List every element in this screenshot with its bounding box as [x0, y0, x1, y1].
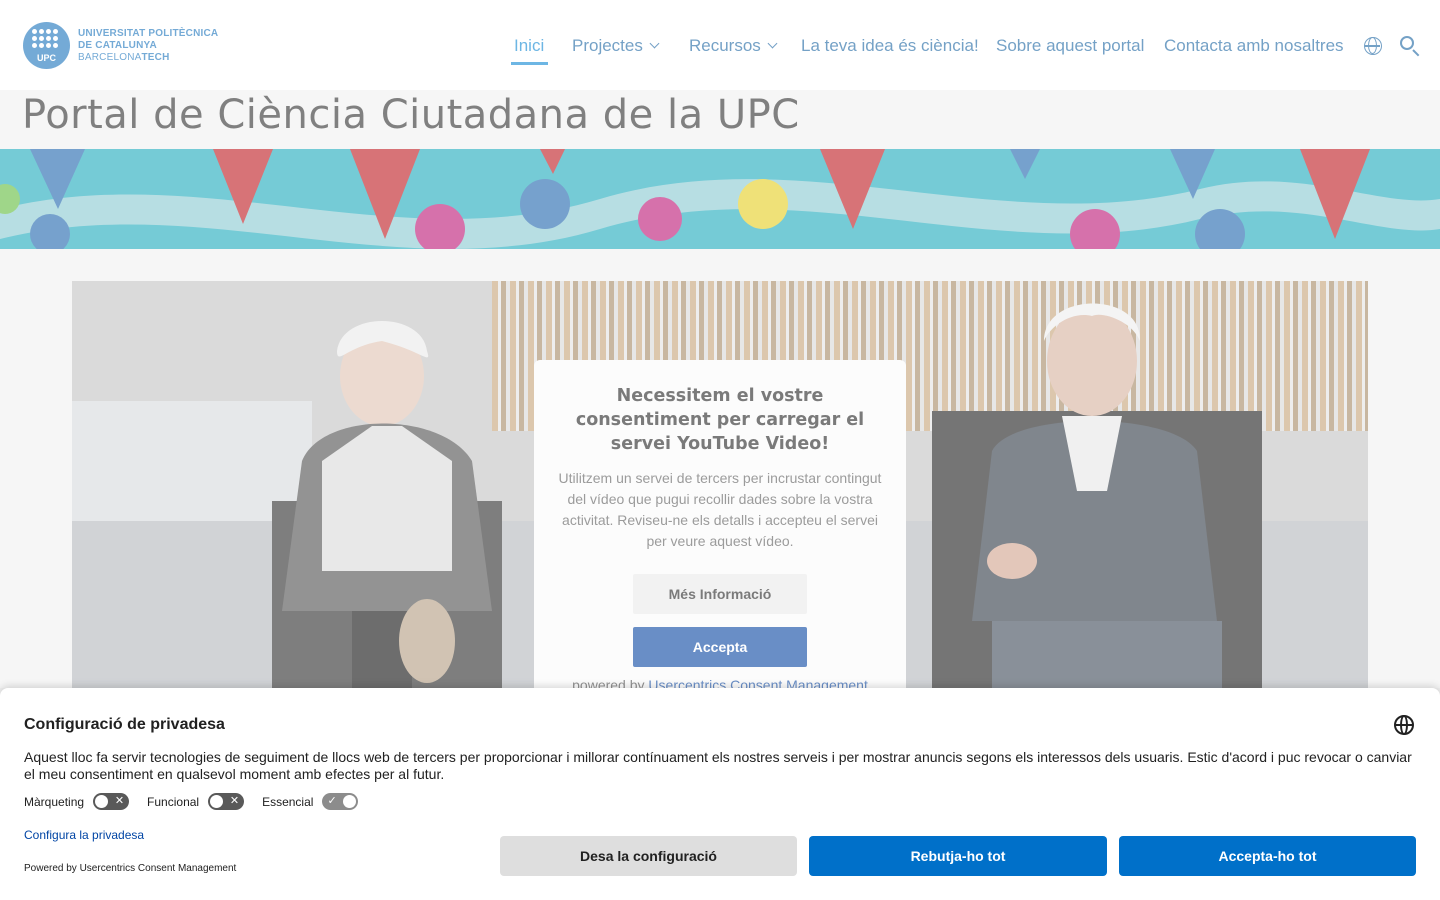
funcional-switch[interactable]: ✕: [208, 793, 245, 810]
save-settings-button[interactable]: Desa la configuració: [500, 836, 797, 876]
essencial-switch: ✓: [322, 793, 359, 810]
toggle-funcional: Funcional ✕: [147, 793, 245, 810]
privacy-title: Configuració de privadesa: [24, 716, 225, 733]
privacy-powered-by: Powered by Usercentrics Consent Manageme…: [24, 863, 237, 874]
toggle-label: Màrqueting: [24, 794, 85, 809]
privacy-text: Aquest lloc fa servir tecnologies de seg…: [24, 749, 1412, 782]
configure-privacy-link[interactable]: Configura la privadesa: [24, 828, 144, 842]
toggle-label: Funcional: [147, 794, 200, 809]
check-icon: ✓: [327, 795, 337, 807]
toggle-label: Essencial: [262, 794, 314, 809]
language-globe-icon[interactable]: [1394, 715, 1414, 735]
consent-toggles: Màrqueting ✕ Funcional ✕ Essencial ✓: [24, 793, 376, 810]
close-icon: ✕: [114, 795, 125, 807]
deny-all-button[interactable]: Rebutja-ho tot: [809, 836, 1107, 876]
toggle-essencial: Essencial ✓: [262, 793, 359, 810]
toggle-marqueting: Màrqueting ✕: [24, 793, 130, 810]
privacy-banner: Configuració de privadesa Aquest lloc fa…: [0, 688, 1440, 900]
marqueting-switch[interactable]: ✕: [93, 793, 130, 810]
page-dim-overlay: [0, 0, 1440, 688]
close-icon: ✕: [229, 795, 240, 807]
accept-all-button[interactable]: Accepta-ho tot: [1119, 836, 1416, 876]
